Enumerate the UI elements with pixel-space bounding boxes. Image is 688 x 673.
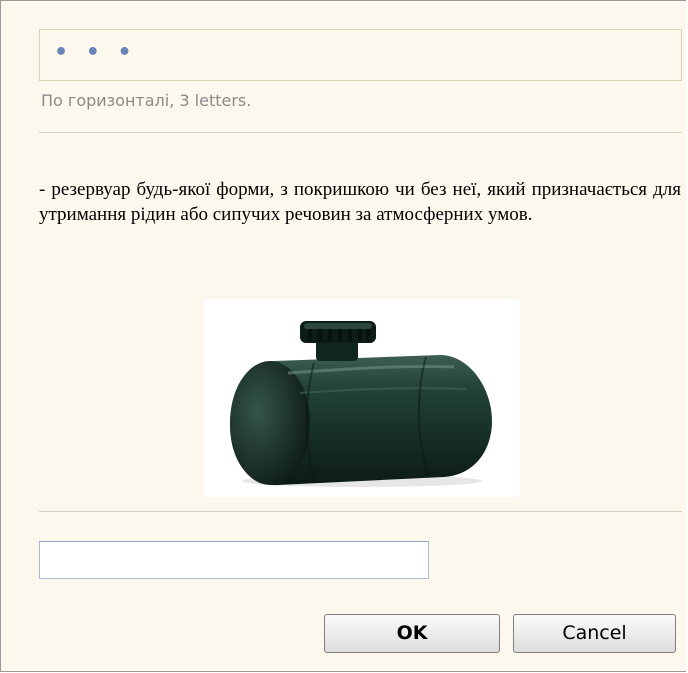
- divider-top: [39, 132, 682, 133]
- crossword-clue-dialog: • • • По горизонталі, 3 letters. - резер…: [0, 0, 686, 672]
- answer-pattern-box: • • •: [39, 29, 682, 81]
- cancel-button[interactable]: Cancel: [513, 614, 676, 653]
- answer-input[interactable]: [39, 541, 429, 579]
- tank-image: [204, 299, 520, 497]
- tank-illustration: [230, 321, 492, 487]
- clue-text: - резервуар будь-якої форми, з покришкою…: [39, 179, 681, 225]
- clue-direction-hint: По горизонталі, 3 letters.: [41, 91, 252, 110]
- answer-pattern: • • •: [54, 40, 137, 65]
- divider-bottom: [39, 511, 682, 512]
- ok-button[interactable]: OK: [324, 614, 500, 653]
